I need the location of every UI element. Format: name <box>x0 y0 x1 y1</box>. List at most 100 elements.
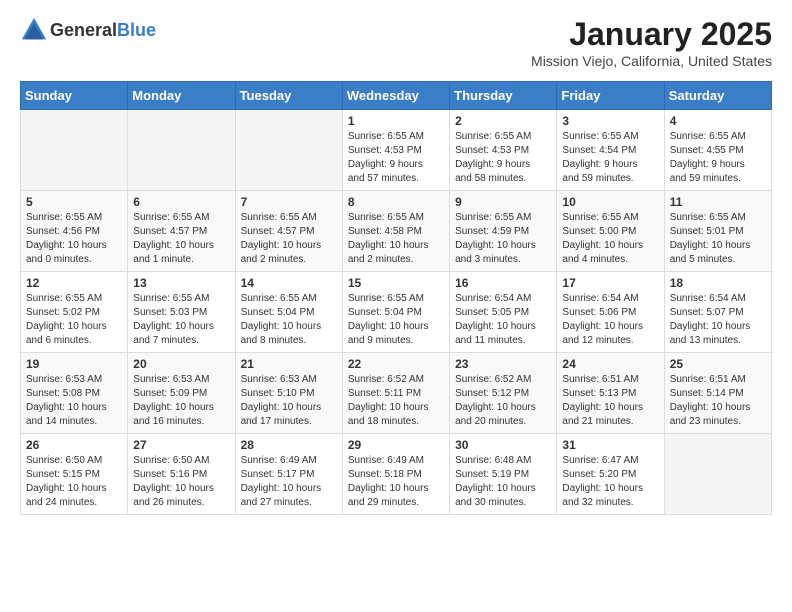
day-number: 10 <box>562 195 658 209</box>
day-number: 29 <box>348 438 444 452</box>
day-number: 27 <box>133 438 229 452</box>
day-info: Sunrise: 6:49 AM Sunset: 5:17 PM Dayligh… <box>241 454 337 510</box>
day-number: 5 <box>26 195 122 209</box>
day-number: 7 <box>241 195 337 209</box>
day-info: Sunrise: 6:55 AM Sunset: 4:59 PM Dayligh… <box>455 211 551 267</box>
day-info: Sunrise: 6:55 AM Sunset: 5:04 PM Dayligh… <box>241 292 337 348</box>
day-info: Sunrise: 6:54 AM Sunset: 5:07 PM Dayligh… <box>670 292 766 348</box>
day-number: 15 <box>348 276 444 290</box>
day-number: 17 <box>562 276 658 290</box>
day-info: Sunrise: 6:55 AM Sunset: 4:58 PM Dayligh… <box>348 211 444 267</box>
day-info: Sunrise: 6:54 AM Sunset: 5:05 PM Dayligh… <box>455 292 551 348</box>
title-section: January 2025 Mission Viejo, California, … <box>531 16 772 69</box>
weekday-header: Tuesday <box>235 82 342 110</box>
day-number: 24 <box>562 357 658 371</box>
day-info: Sunrise: 6:52 AM Sunset: 5:12 PM Dayligh… <box>455 373 551 429</box>
day-number: 22 <box>348 357 444 371</box>
day-info: Sunrise: 6:50 AM Sunset: 5:15 PM Dayligh… <box>26 454 122 510</box>
day-number: 9 <box>455 195 551 209</box>
day-info: Sunrise: 6:55 AM Sunset: 4:57 PM Dayligh… <box>133 211 229 267</box>
day-number: 11 <box>670 195 766 209</box>
calendar-cell: 23 Sunrise: 6:52 AM Sunset: 5:12 PM Dayli… <box>450 353 557 434</box>
calendar-cell: 6 Sunrise: 6:55 AM Sunset: 4:57 PM Daylig… <box>128 191 235 272</box>
day-number: 12 <box>26 276 122 290</box>
day-number: 13 <box>133 276 229 290</box>
calendar-cell: 2 Sunrise: 6:55 AM Sunset: 4:53 PM Daylig… <box>450 110 557 191</box>
weekday-header: Saturday <box>664 82 771 110</box>
day-info: Sunrise: 6:52 AM Sunset: 5:11 PM Dayligh… <box>348 373 444 429</box>
day-number: 8 <box>348 195 444 209</box>
day-number: 28 <box>241 438 337 452</box>
calendar-cell: 7 Sunrise: 6:55 AM Sunset: 4:57 PM Daylig… <box>235 191 342 272</box>
calendar-cell <box>128 110 235 191</box>
month-title: January 2025 <box>531 16 772 53</box>
day-info: Sunrise: 6:55 AM Sunset: 4:54 PM Dayligh… <box>562 130 658 186</box>
day-number: 14 <box>241 276 337 290</box>
calendar-cell: 1 Sunrise: 6:55 AM Sunset: 4:53 PM Daylig… <box>342 110 449 191</box>
calendar-cell: 10 Sunrise: 6:55 AM Sunset: 5:00 PM Dayli… <box>557 191 664 272</box>
calendar-cell: 31 Sunrise: 6:47 AM Sunset: 5:20 PM Dayli… <box>557 434 664 515</box>
day-number: 18 <box>670 276 766 290</box>
day-number: 2 <box>455 114 551 128</box>
calendar-cell: 27 Sunrise: 6:50 AM Sunset: 5:16 PM Dayli… <box>128 434 235 515</box>
logo-icon <box>20 16 48 44</box>
day-info: Sunrise: 6:55 AM Sunset: 4:53 PM Dayligh… <box>455 130 551 186</box>
day-info: Sunrise: 6:55 AM Sunset: 5:02 PM Dayligh… <box>26 292 122 348</box>
day-number: 1 <box>348 114 444 128</box>
calendar-cell: 11 Sunrise: 6:55 AM Sunset: 5:01 PM Dayli… <box>664 191 771 272</box>
day-info: Sunrise: 6:47 AM Sunset: 5:20 PM Dayligh… <box>562 454 658 510</box>
day-info: Sunrise: 6:55 AM Sunset: 5:01 PM Dayligh… <box>670 211 766 267</box>
day-info: Sunrise: 6:55 AM Sunset: 4:57 PM Dayligh… <box>241 211 337 267</box>
calendar-cell: 24 Sunrise: 6:51 AM Sunset: 5:13 PM Dayli… <box>557 353 664 434</box>
day-info: Sunrise: 6:55 AM Sunset: 5:04 PM Dayligh… <box>348 292 444 348</box>
day-number: 25 <box>670 357 766 371</box>
day-info: Sunrise: 6:54 AM Sunset: 5:06 PM Dayligh… <box>562 292 658 348</box>
day-number: 30 <box>455 438 551 452</box>
calendar-cell: 4 Sunrise: 6:55 AM Sunset: 4:55 PM Daylig… <box>664 110 771 191</box>
weekday-header: Sunday <box>21 82 128 110</box>
calendar-cell: 15 Sunrise: 6:55 AM Sunset: 5:04 PM Dayli… <box>342 272 449 353</box>
logo-general: General <box>50 20 117 40</box>
day-info: Sunrise: 6:51 AM Sunset: 5:13 PM Dayligh… <box>562 373 658 429</box>
calendar-cell: 17 Sunrise: 6:54 AM Sunset: 5:06 PM Dayli… <box>557 272 664 353</box>
calendar-cell: 13 Sunrise: 6:55 AM Sunset: 5:03 PM Dayli… <box>128 272 235 353</box>
day-number: 23 <box>455 357 551 371</box>
calendar-cell: 29 Sunrise: 6:49 AM Sunset: 5:18 PM Dayli… <box>342 434 449 515</box>
day-info: Sunrise: 6:48 AM Sunset: 5:19 PM Dayligh… <box>455 454 551 510</box>
calendar-cell: 26 Sunrise: 6:50 AM Sunset: 5:15 PM Dayli… <box>21 434 128 515</box>
day-number: 31 <box>562 438 658 452</box>
calendar-cell: 20 Sunrise: 6:53 AM Sunset: 5:09 PM Dayli… <box>128 353 235 434</box>
logo: GeneralBlue <box>20 16 156 44</box>
calendar-cell: 3Sunrise: 6:55 AM Sunset: 4:54 PM Daylig… <box>557 110 664 191</box>
day-info: Sunrise: 6:55 AM Sunset: 4:53 PM Dayligh… <box>348 130 444 186</box>
calendar-cell: 5Sunrise: 6:55 AM Sunset: 4:56 PM Daylig… <box>21 191 128 272</box>
calendar-cell: 16 Sunrise: 6:54 AM Sunset: 5:05 PM Dayli… <box>450 272 557 353</box>
day-number: 20 <box>133 357 229 371</box>
location-title: Mission Viejo, California, United States <box>531 53 772 69</box>
day-info: Sunrise: 6:55 AM Sunset: 5:03 PM Dayligh… <box>133 292 229 348</box>
calendar-cell: 8 Sunrise: 6:55 AM Sunset: 4:58 PM Daylig… <box>342 191 449 272</box>
calendar-cell: 28 Sunrise: 6:49 AM Sunset: 5:17 PM Dayli… <box>235 434 342 515</box>
calendar-cell: 14 Sunrise: 6:55 AM Sunset: 5:04 PM Dayli… <box>235 272 342 353</box>
calendar-cell: 30 Sunrise: 6:48 AM Sunset: 5:19 PM Dayli… <box>450 434 557 515</box>
calendar-cell: 25 Sunrise: 6:51 AM Sunset: 5:14 PM Dayli… <box>664 353 771 434</box>
calendar-cell: 19Sunrise: 6:53 AM Sunset: 5:08 PM Dayli… <box>21 353 128 434</box>
day-number: 4 <box>670 114 766 128</box>
day-info: Sunrise: 6:49 AM Sunset: 5:18 PM Dayligh… <box>348 454 444 510</box>
calendar-cell: 21Sunrise: 6:53 AM Sunset: 5:10 PM Dayli… <box>235 353 342 434</box>
page-header: GeneralBlue January 2025 Mission Viejo, … <box>20 16 772 69</box>
day-number: 26 <box>26 438 122 452</box>
day-info: Sunrise: 6:50 AM Sunset: 5:16 PM Dayligh… <box>133 454 229 510</box>
weekday-header: Thursday <box>450 82 557 110</box>
day-info: Sunrise: 6:55 AM Sunset: 4:55 PM Dayligh… <box>670 130 766 186</box>
day-number: 6 <box>133 195 229 209</box>
logo-blue: Blue <box>117 20 156 40</box>
calendar-cell <box>664 434 771 515</box>
day-number: 16 <box>455 276 551 290</box>
day-info: Sunrise: 6:53 AM Sunset: 5:08 PM Dayligh… <box>26 373 122 429</box>
day-info: Sunrise: 6:53 AM Sunset: 5:09 PM Dayligh… <box>133 373 229 429</box>
day-number: 21 <box>241 357 337 371</box>
day-info: Sunrise: 6:55 AM Sunset: 5:00 PM Dayligh… <box>562 211 658 267</box>
calendar-cell: 12 Sunrise: 6:55 AM Sunset: 5:02 PM Dayli… <box>21 272 128 353</box>
day-info: Sunrise: 6:51 AM Sunset: 5:14 PM Dayligh… <box>670 373 766 429</box>
